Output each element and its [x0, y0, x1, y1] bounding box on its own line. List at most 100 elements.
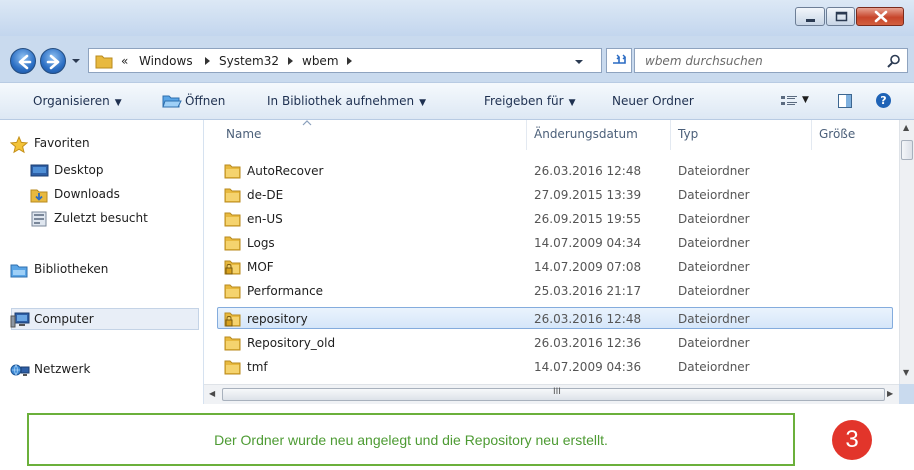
address-dropdown-icon[interactable] — [574, 57, 584, 67]
help-icon[interactable]: ? — [876, 93, 891, 108]
address-overflow[interactable]: « — [121, 54, 128, 68]
scroll-left-icon[interactable]: ◀ — [209, 389, 215, 398]
file-date: 25.03.2016 21:17 — [534, 284, 642, 298]
breadcrumb-arrow-icon[interactable] — [346, 56, 354, 66]
locked-folder-icon — [224, 260, 241, 275]
file-type: Dateiordner — [678, 212, 750, 226]
vertical-scroll-thumb[interactable] — [901, 140, 913, 160]
scroll-up-icon[interactable]: ▲ — [903, 123, 909, 132]
file-row[interactable]: MOF 14.07.2009 07:08 Dateiordner — [218, 256, 892, 278]
organize-button[interactable]: Organisieren ▼ — [33, 94, 122, 108]
file-type: Dateiordner — [678, 336, 750, 350]
view-options-icon[interactable] — [780, 95, 798, 107]
close-icon — [874, 10, 888, 23]
file-row[interactable]: AutoRecover 26.03.2016 12:48 Dateiordner — [218, 160, 892, 182]
file-name: Logs — [247, 236, 275, 250]
file-name: MOF — [247, 260, 274, 274]
recent-pages-dropdown-icon[interactable] — [71, 56, 81, 66]
command-bar: Organisieren ▼ Öffnen In Bibliothek aufne… — [0, 82, 914, 120]
file-date: 14.07.2009 04:34 — [534, 236, 642, 250]
file-name: de-DE — [247, 188, 284, 202]
file-name: Repository_old — [247, 336, 336, 350]
desktop-icon — [30, 164, 49, 177]
search-input[interactable]: wbem durchsuchen — [634, 48, 908, 73]
explorer-window: « Windows System32 wbem wbem durchsuchen… — [0, 0, 914, 404]
file-row[interactable]: de-DE 27.09.2015 13:39 Dateiordner — [218, 184, 892, 206]
star-icon — [10, 136, 28, 154]
file-type: Dateiordner — [678, 312, 750, 326]
column-type[interactable]: Typ — [678, 127, 698, 141]
computer-icon — [10, 312, 30, 328]
new-folder-button[interactable]: Neuer Ordner — [612, 94, 694, 108]
file-name: AutoRecover — [247, 164, 324, 178]
caption-box: Der Ordner wurde neu angelegt und die Re… — [27, 413, 795, 466]
minimize-icon — [806, 19, 815, 22]
file-type: Dateiordner — [678, 188, 750, 202]
breadcrumb-arrow-icon[interactable] — [204, 56, 212, 66]
breadcrumb-system32[interactable]: System32 — [219, 54, 279, 68]
forward-button[interactable] — [40, 48, 66, 74]
scroll-right-icon[interactable]: ▶ — [887, 389, 893, 398]
breadcrumb-arrow-icon[interactable] — [287, 56, 295, 66]
maximize-button[interactable] — [826, 7, 855, 26]
file-date: 26.03.2016 12:48 — [534, 164, 642, 178]
file-row[interactable]: en-US 26.09.2015 19:55 Dateiordner — [218, 208, 892, 230]
folder-icon — [224, 360, 241, 375]
navigation-pane: Favoriten Desktop Downloads Zuletzt besu… — [0, 120, 204, 404]
arrow-right-icon — [46, 54, 60, 70]
file-name: tmf — [247, 360, 268, 374]
file-date: 27.09.2015 13:39 — [534, 188, 642, 202]
locked-folder-icon — [224, 312, 241, 327]
file-row[interactable]: Logs 14.07.2009 04:34 Dateiordner — [218, 232, 892, 254]
folder-icon — [224, 164, 241, 179]
horizontal-scroll-thumb[interactable]: III — [222, 387, 885, 401]
folder-icon — [224, 284, 241, 299]
file-row[interactable]: Performance 25.03.2016 21:17 Dateiordner — [218, 280, 892, 302]
caret-down-icon: ▼ — [114, 98, 122, 108]
file-type: Dateiordner — [678, 360, 750, 374]
view-caret-down-icon[interactable]: ▼ — [802, 95, 809, 105]
search-placeholder: wbem durchsuchen — [645, 54, 763, 68]
file-date: 26.03.2016 12:36 — [534, 336, 642, 350]
column-date[interactable]: Änderungsdatum — [534, 127, 638, 141]
file-row-selected[interactable]: repository 26.03.2016 12:48 Dateiordner — [217, 307, 893, 329]
scroll-down-icon[interactable]: ▼ — [903, 368, 909, 377]
folder-icon — [224, 212, 241, 227]
column-divider[interactable] — [526, 120, 527, 150]
file-list: Name Änderungsdatum Typ Größe AutoRecove… — [204, 120, 899, 384]
network-icon — [10, 364, 30, 376]
breadcrumb-wbem[interactable]: wbem — [302, 54, 339, 68]
column-divider[interactable] — [670, 120, 671, 150]
minimize-button[interactable] — [795, 7, 825, 26]
horizontal-scrollbar[interactable]: ◀ III ▶ — [204, 384, 899, 404]
recent-places-icon — [31, 211, 47, 227]
close-button[interactable] — [856, 7, 904, 26]
breadcrumb-windows[interactable]: Windows — [139, 54, 193, 68]
downloads-folder-icon — [30, 189, 48, 203]
sort-ascending-icon — [302, 120, 312, 126]
include-library-button[interactable]: In Bibliothek aufnehmen ▼ — [267, 94, 426, 108]
file-name: Performance — [247, 284, 324, 298]
scroll-grip: III — [553, 387, 561, 397]
title-bar — [0, 0, 914, 36]
back-button[interactable] — [10, 48, 36, 74]
file-row[interactable]: tmf 14.07.2009 04:36 Dateiordner — [218, 356, 892, 378]
column-name[interactable]: Name — [226, 127, 261, 141]
file-type: Dateiordner — [678, 284, 750, 298]
share-button[interactable]: Freigeben für ▼ — [484, 94, 576, 108]
maximize-icon — [835, 11, 848, 22]
preview-pane-icon[interactable] — [838, 94, 852, 108]
folder-icon — [224, 236, 241, 251]
refresh-button[interactable] — [606, 48, 632, 73]
file-name: repository — [247, 312, 308, 326]
column-size[interactable]: Größe — [819, 127, 855, 141]
vertical-scrollbar[interactable]: ▲ ▼ — [899, 120, 914, 384]
open-button[interactable]: Öffnen — [185, 94, 225, 108]
file-row[interactable]: Repository_old 26.03.2016 12:36 Dateiord… — [218, 332, 892, 354]
caption-text: Der Ordner wurde neu angelegt und die Re… — [214, 432, 608, 448]
arrow-left-icon — [18, 54, 32, 70]
address-bar[interactable]: « Windows System32 wbem — [88, 48, 602, 73]
search-icon[interactable] — [887, 54, 901, 68]
folder-icon — [224, 336, 241, 351]
column-divider[interactable] — [811, 120, 812, 150]
